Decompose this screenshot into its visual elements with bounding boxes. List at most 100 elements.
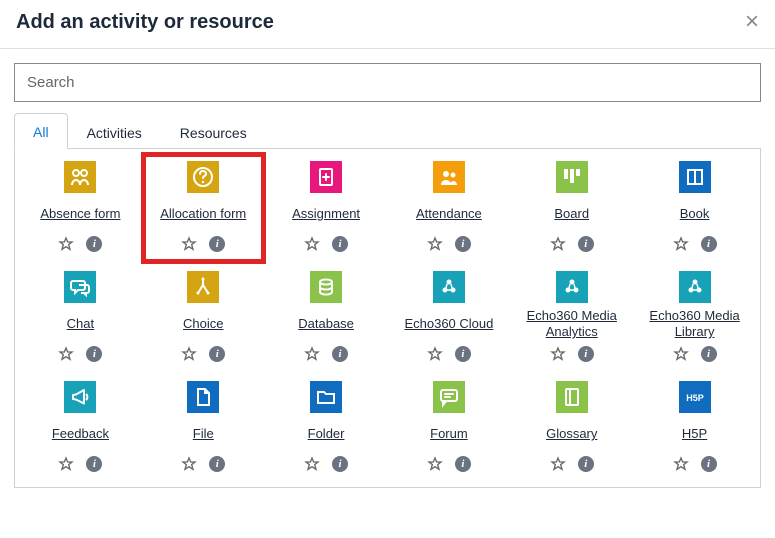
close-button[interactable]: × <box>745 10 759 34</box>
info-icon[interactable]: i <box>85 345 103 363</box>
info-icon[interactable]: i <box>577 345 595 363</box>
tab-resources[interactable]: Resources <box>161 113 266 149</box>
activity-actions: i <box>180 455 226 473</box>
activity-grid: Absence form i Allocation form i Assignment i… <box>14 149 761 488</box>
star-icon[interactable] <box>180 235 198 253</box>
activity-book[interactable]: Book i <box>635 155 754 261</box>
tab-activities[interactable]: Activities <box>68 113 161 149</box>
activity-actions: i <box>57 455 103 473</box>
star-icon[interactable] <box>303 345 321 363</box>
chat-icon <box>64 271 96 303</box>
activity-label[interactable]: Echo360 Cloud <box>404 307 493 341</box>
echo-icon <box>679 271 711 303</box>
activity-label[interactable]: Chat <box>67 307 94 341</box>
info-icon[interactable]: i <box>85 455 103 473</box>
question-icon <box>187 161 219 193</box>
star-icon[interactable] <box>180 455 198 473</box>
activity-file[interactable]: File i <box>144 375 263 481</box>
activity-echo360-media-library[interactable]: Echo360 Media Library i <box>635 265 754 371</box>
search-input[interactable] <box>14 63 761 102</box>
activity-label[interactable]: Echo360 Media Library <box>637 307 752 341</box>
modal-header: Add an activity or resource × <box>0 0 775 49</box>
info-icon[interactable]: i <box>331 235 349 253</box>
activity-label[interactable]: Assignment <box>292 197 360 231</box>
activity-label[interactable]: Choice <box>183 307 223 341</box>
activity-label[interactable]: Forum <box>430 417 468 451</box>
info-icon[interactable]: i <box>700 345 718 363</box>
info-icon[interactable]: i <box>454 235 472 253</box>
activity-label[interactable]: Feedback <box>52 417 109 451</box>
info-icon[interactable]: i <box>577 235 595 253</box>
activity-absence-form[interactable]: Absence form i <box>21 155 140 261</box>
database-icon <box>310 271 342 303</box>
activity-label[interactable]: Folder <box>308 417 345 451</box>
activity-label[interactable]: Glossary <box>546 417 597 451</box>
doc-plus-icon <box>310 161 342 193</box>
tab-all[interactable]: All <box>14 113 68 149</box>
star-icon[interactable] <box>303 455 321 473</box>
activity-forum[interactable]: Forum i <box>390 375 509 481</box>
star-icon[interactable] <box>549 345 567 363</box>
activity-feedback[interactable]: Feedback i <box>21 375 140 481</box>
activity-glossary[interactable]: Glossary i <box>512 375 631 481</box>
info-icon[interactable]: i <box>454 345 472 363</box>
info-icon[interactable]: i <box>208 455 226 473</box>
activity-label[interactable]: Absence form <box>40 197 120 231</box>
activity-label[interactable]: Database <box>298 307 354 341</box>
info-icon[interactable]: i <box>331 455 349 473</box>
star-icon[interactable] <box>426 235 444 253</box>
activity-actions: i <box>426 235 472 253</box>
glossary-icon <box>556 381 588 413</box>
info-icon[interactable]: i <box>454 455 472 473</box>
activity-assignment[interactable]: Assignment i <box>267 155 386 261</box>
activity-actions: i <box>549 455 595 473</box>
star-icon[interactable] <box>549 235 567 253</box>
activity-label[interactable]: Allocation form <box>160 197 246 231</box>
star-icon[interactable] <box>672 235 690 253</box>
activity-label[interactable]: Attendance <box>416 197 482 231</box>
activity-attendance[interactable]: Attendance i <box>390 155 509 261</box>
star-icon[interactable] <box>426 345 444 363</box>
activity-echo360-media-analytics[interactable]: Echo360 Media Analytics i <box>512 265 631 371</box>
star-icon[interactable] <box>672 345 690 363</box>
info-icon[interactable]: i <box>208 345 226 363</box>
info-icon[interactable]: i <box>577 455 595 473</box>
activity-actions: i <box>426 455 472 473</box>
info-icon[interactable]: i <box>700 455 718 473</box>
star-icon[interactable] <box>672 455 690 473</box>
activity-h5p[interactable]: H5P i <box>635 375 754 481</box>
modal-title: Add an activity or resource <box>16 11 274 34</box>
activity-label[interactable]: File <box>193 417 214 451</box>
activity-actions: i <box>549 235 595 253</box>
activity-label[interactable]: Book <box>680 197 710 231</box>
activity-database[interactable]: Database i <box>267 265 386 371</box>
activity-label[interactable]: H5P <box>682 417 707 451</box>
forum-icon <box>433 381 465 413</box>
activity-choice[interactable]: Choice i <box>144 265 263 371</box>
info-icon[interactable]: i <box>208 235 226 253</box>
activity-board[interactable]: Board i <box>512 155 631 261</box>
star-icon[interactable] <box>303 235 321 253</box>
activity-folder[interactable]: Folder i <box>267 375 386 481</box>
activity-allocation-form[interactable]: Allocation form i <box>144 155 263 261</box>
choice-icon <box>187 271 219 303</box>
star-icon[interactable] <box>180 345 198 363</box>
activity-chat[interactable]: Chat i <box>21 265 140 371</box>
h5p-icon <box>679 381 711 413</box>
activity-actions: i <box>303 345 349 363</box>
star-icon[interactable] <box>57 455 75 473</box>
activity-actions: i <box>303 235 349 253</box>
info-icon[interactable]: i <box>85 235 103 253</box>
info-icon[interactable]: i <box>700 235 718 253</box>
star-icon[interactable] <box>57 235 75 253</box>
activity-echo360-cloud[interactable]: Echo360 Cloud i <box>390 265 509 371</box>
star-icon[interactable] <box>57 345 75 363</box>
echo-icon <box>433 271 465 303</box>
star-icon[interactable] <box>549 455 567 473</box>
info-icon[interactable]: i <box>331 345 349 363</box>
activity-label[interactable]: Echo360 Media Analytics <box>514 307 629 341</box>
activity-actions: i <box>672 455 718 473</box>
star-icon[interactable] <box>426 455 444 473</box>
activity-label[interactable]: Board <box>554 197 589 231</box>
activity-actions: i <box>672 345 718 363</box>
